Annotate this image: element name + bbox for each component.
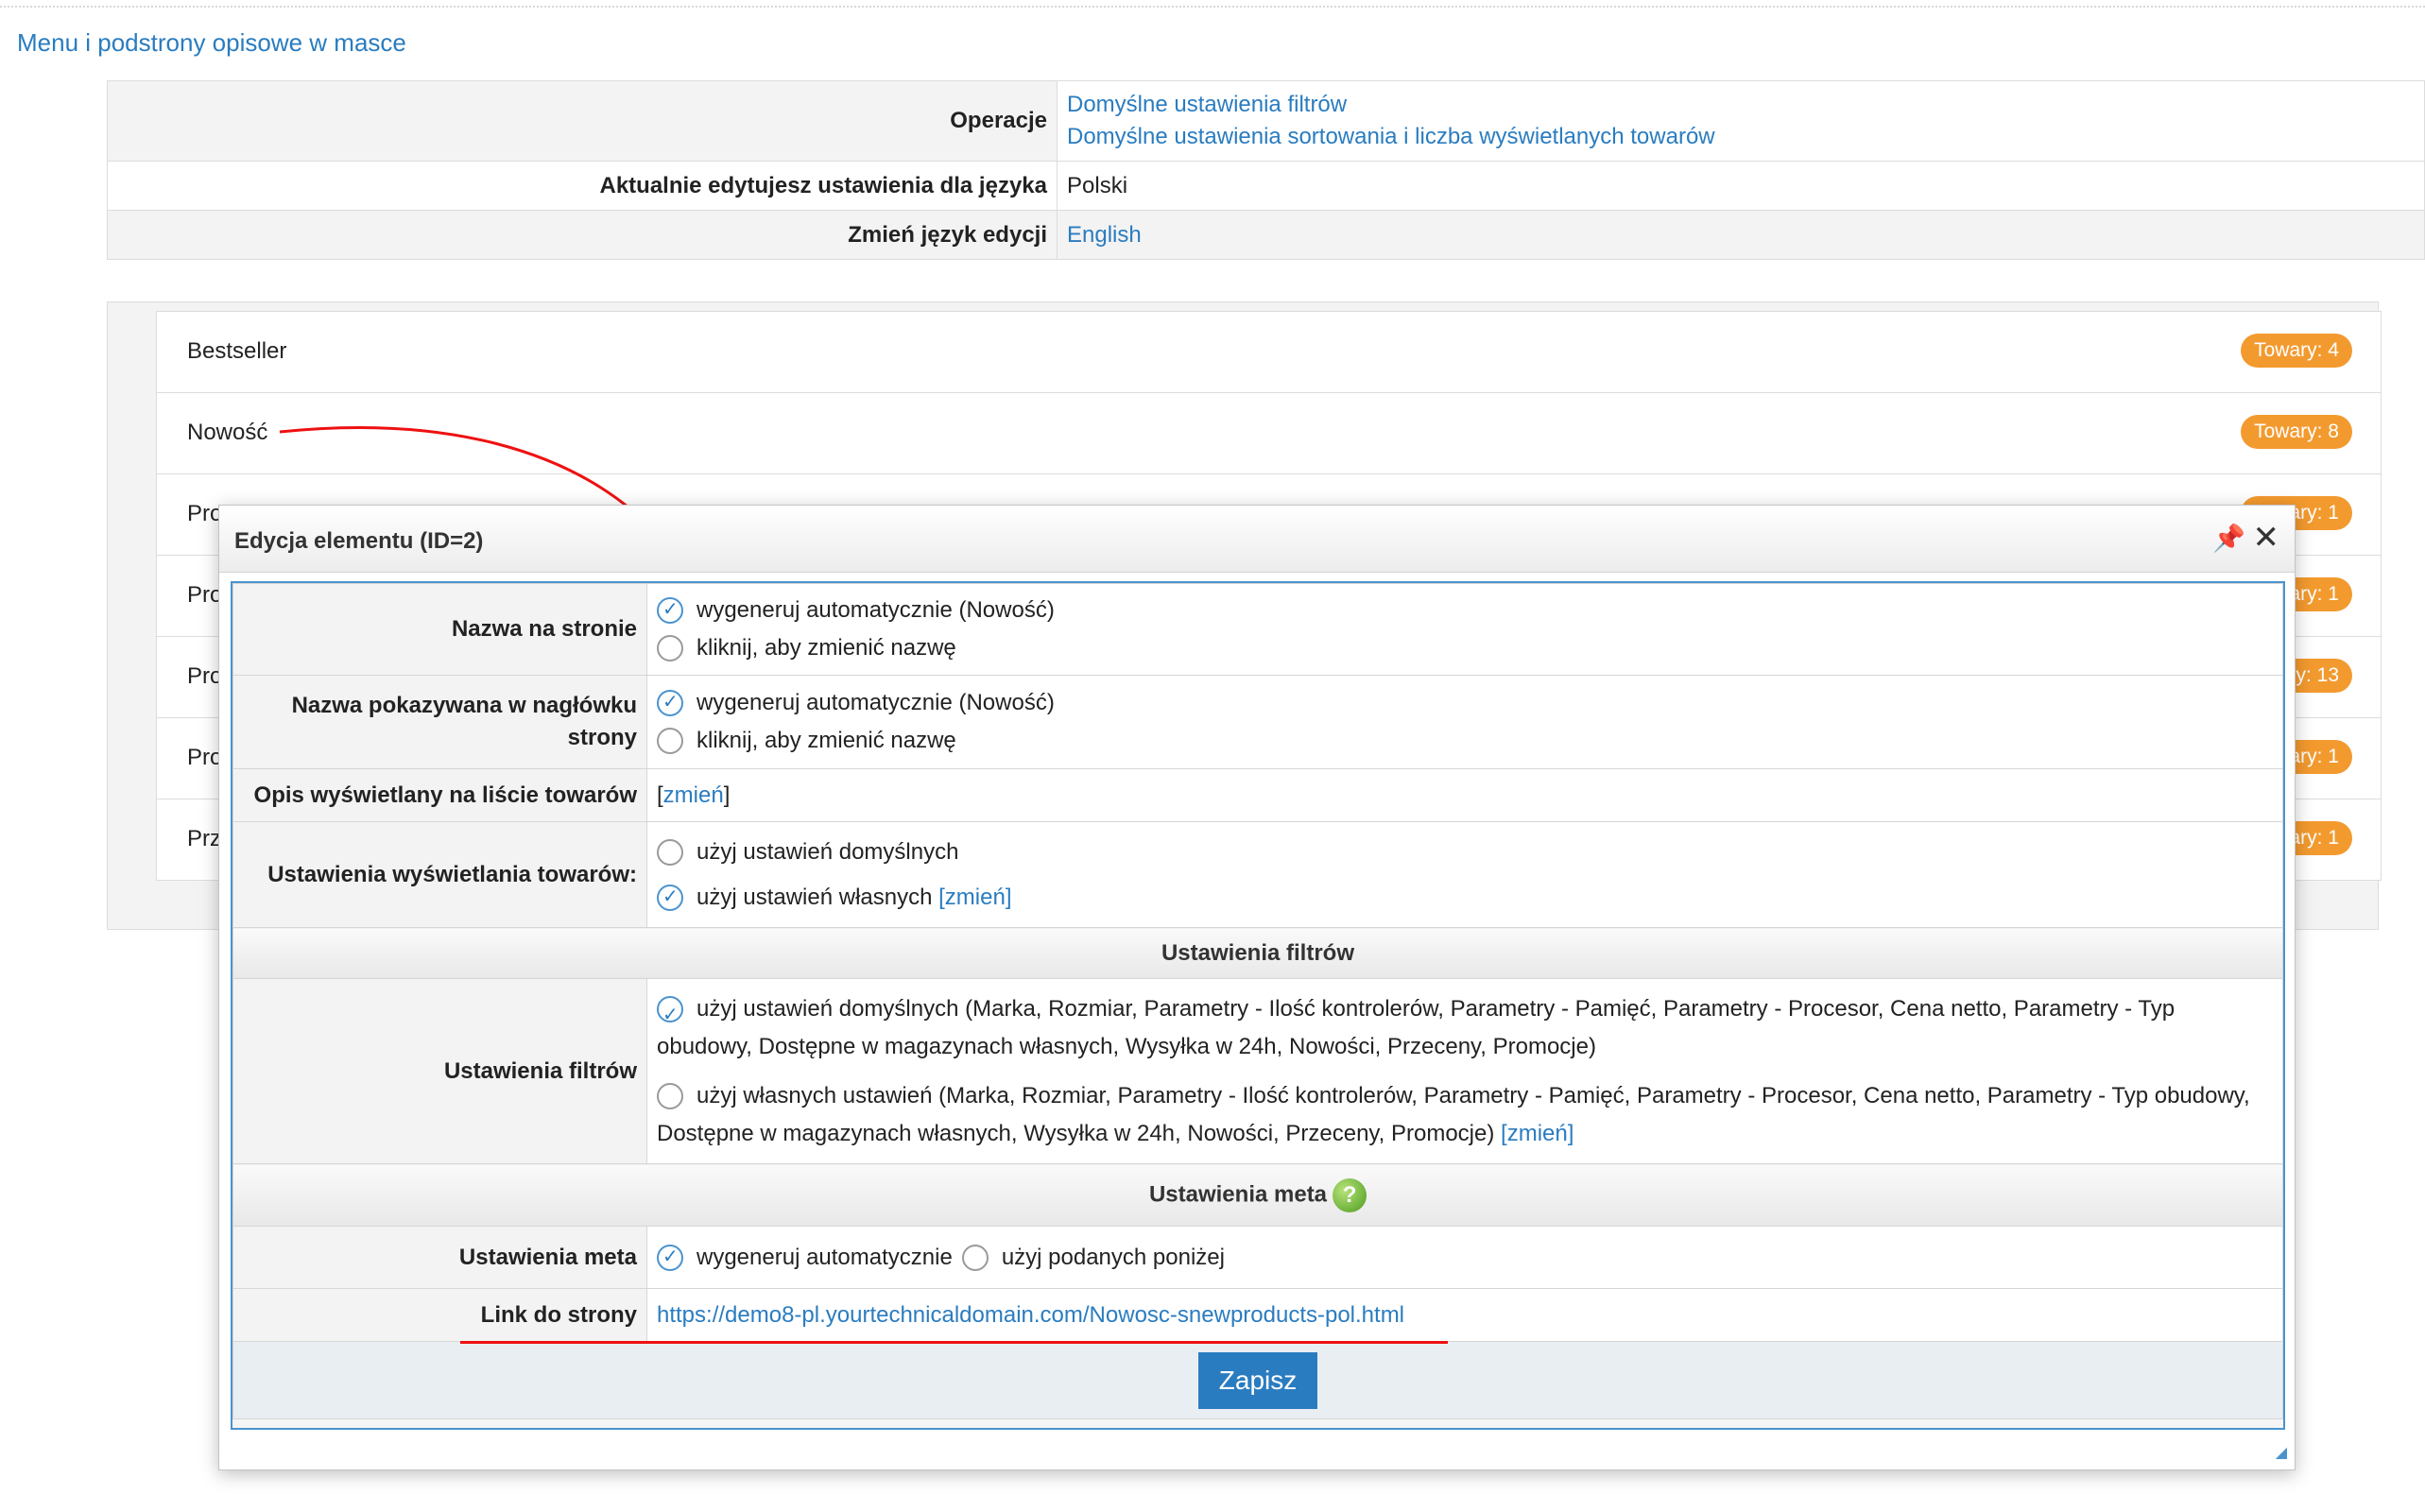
header-custom-label: kliknij, aby zmienić nazwę <box>697 728 956 753</box>
display-change-link[interactable]: [zmień] <box>938 885 1011 911</box>
filters-custom-label: użyj własnych ustawień (Marka, Rozmiar, … <box>657 1082 2250 1146</box>
dialog-title: Edycja elementu (ID=2) <box>234 528 484 554</box>
resize-handle-icon[interactable]: ◢ <box>2276 1443 2287 1462</box>
filters-custom-radio[interactable] <box>657 1083 683 1110</box>
header-name-label: Nazwa pokazywana w nagłówku strony <box>232 675 647 769</box>
dialog-header[interactable]: Edycja elementu (ID=2) 📌 ✕ <box>219 506 2295 573</box>
display-default-label: użyj ustawień domyślnych <box>697 838 959 865</box>
meta-custom-radio[interactable] <box>961 1244 989 1271</box>
meta-section-header: Ustawienia meta <box>1148 1180 1328 1207</box>
description-label: Opis wyświetlany na liście towarów <box>232 768 647 822</box>
name-auto-label: wygeneruj automatycznie (Nowość) <box>697 597 1055 623</box>
filters-label: Ustawienia filtrów <box>232 978 647 1164</box>
meta-custom-label: użyj podanych poniżej <box>1001 1244 1225 1270</box>
annotation-underline <box>460 1341 1448 1344</box>
element-form: Nazwa na stronie wygeneruj automatycznie… <box>232 583 2283 1419</box>
header-auto-label: wygeneruj automatycznie (Nowość) <box>697 690 1055 715</box>
filters-default-label: użyj ustawień domyślnych (Marka, Rozmiar… <box>657 995 2176 1059</box>
save-button[interactable]: Zapisz <box>1197 1351 1318 1409</box>
name-custom-radio[interactable] <box>657 635 683 662</box>
edit-dialog: Edycja elementu (ID=2) 📌 ✕ Nazwa na stro… <box>218 505 2296 1470</box>
filters-default-radio[interactable] <box>657 996 683 1034</box>
help-icon[interactable]: ? <box>1333 1177 1367 1212</box>
filters-change-link[interactable]: [zmień] <box>1501 1121 1574 1146</box>
description-change-link[interactable]: zmień <box>663 782 724 808</box>
filters-section-header: Ustawienia filtrów <box>232 927 2283 979</box>
header-auto-radio[interactable] <box>657 690 683 716</box>
display-custom-label: użyj ustawień własnych <box>697 884 933 910</box>
page-url-link[interactable]: https://demo8-pl.yourtechnicaldomain.com… <box>657 1302 1404 1328</box>
display-custom-radio[interactable] <box>657 884 683 911</box>
dialog-form-frame: Nazwa na stronie wygeneruj automatycznie… <box>231 581 2285 1430</box>
display-settings-label: Ustawienia wyświetlania towarów: <box>232 821 647 928</box>
name-auto-radio[interactable] <box>657 597 683 624</box>
page-link-label: Link do strony <box>232 1288 647 1342</box>
close-icon[interactable]: ✕ <box>2253 519 2280 557</box>
header-custom-radio[interactable] <box>657 728 683 754</box>
meta-label: Ustawienia meta <box>232 1226 647 1289</box>
pin-icon[interactable]: 📌 <box>2212 523 2245 554</box>
meta-auto-label: wygeneruj automatycznie <box>697 1244 953 1270</box>
name-custom-label: kliknij, aby zmienić nazwę <box>697 635 956 661</box>
name-label: Nazwa na stronie <box>232 583 647 676</box>
display-default-radio[interactable] <box>657 838 683 866</box>
meta-auto-radio[interactable] <box>657 1244 683 1271</box>
